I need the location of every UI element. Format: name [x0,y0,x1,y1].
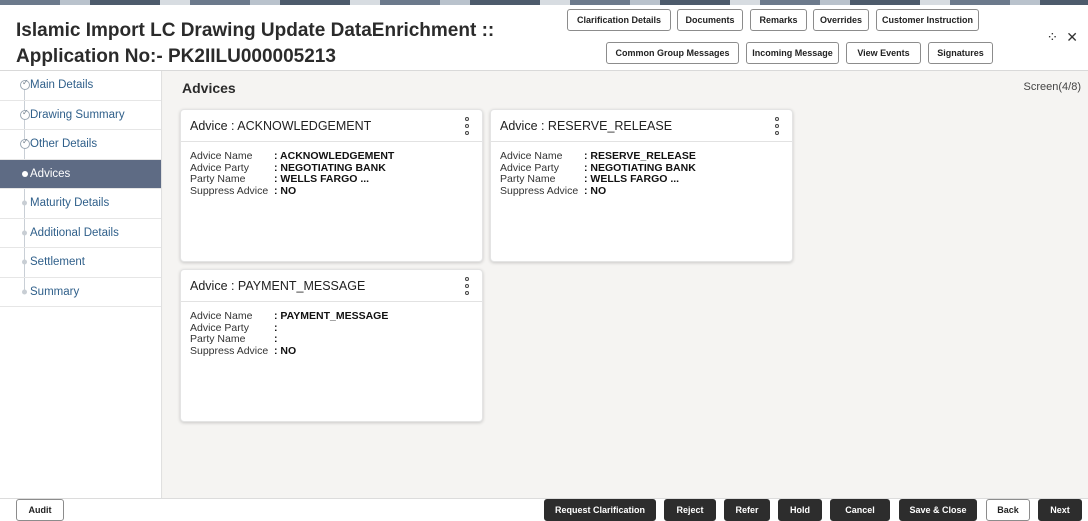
check-circle-icon [20,108,30,120]
advice-name-value: : ACKNOWLEDGEMENT [274,150,395,162]
sidebar-item-settlement[interactable]: Settlement [0,248,161,278]
step-dot-icon [22,230,27,236]
advice-card-header: Advice : ACKNOWLEDGEMENT [181,110,482,142]
party-name-value: : [274,333,278,345]
suppress-advice-label: Suppress Advice [190,184,269,197]
party-name-label: Party Name [190,173,246,185]
party-name-label: Party Name [190,333,246,345]
advice-card-title: Advice : PAYMENT_MESSAGE [190,278,366,293]
step-dot-icon [22,200,27,206]
sidebar-item-maturity-details[interactable]: Maturity Details [0,189,161,219]
suppress-advice-value: : NO [274,344,297,357]
step-dot-icon [22,259,27,265]
sidebar-item-main-details[interactable]: Main Details [0,71,161,101]
sidebar-item-label: Maturity Details [30,197,110,210]
next-button[interactable]: Next [1038,499,1082,521]
request-clarification-button[interactable]: Request Clarification [544,499,656,521]
sidebar-item-label: Settlement [30,256,85,269]
close-icon[interactable]: ✕ [1066,29,1078,46]
sidebar-item-other-details[interactable]: Other Details [0,130,161,160]
advice-name-label: Advice Name [500,150,563,162]
advice-card-title: Advice : ACKNOWLEDGEMENT [190,118,372,133]
incoming-message-button[interactable]: Incoming Message [746,42,839,64]
advice-card-body: Advice Name: ACKNOWLEDGEMENT Advice Part… [181,142,482,197]
restore-icon[interactable]: ⁘ [1047,29,1059,46]
sidebar-item-label: Advices [30,167,71,180]
suppress-advice-value: : NO [274,184,297,197]
sidebar-item-label: Drawing Summary [30,108,125,121]
more-options-icon[interactable] [774,117,780,135]
sidebar-item-label: Summary [30,285,80,298]
party-name-value: : WELLS FARGO ... [584,173,680,185]
advice-card-payment-message: Advice : PAYMENT_MESSAGE Advice Name : PA… [180,269,483,422]
page-title: Islamic Import LC Drawing Update DataEnr… [16,18,494,70]
title-line-1: Islamic Import LC Drawing Update DataEnr… [16,20,495,41]
advice-card-header: Advice : RESERVE_RELEASE [491,110,792,142]
clarification-details-button[interactable]: Clarification Details [567,9,671,31]
advice-card-acknowledgement: Advice : ACKNOWLEDGEMENT Advice Name : AC… [180,109,483,262]
refer-button[interactable]: Refer [724,499,770,521]
advice-card-title: Advice : RESERVE_RELEASE [500,118,673,133]
advice-card-body: Advice Name: PAYMENT_MESSAGE Advice Part… [181,302,482,357]
main-content: Advices Screen(4/8) Advice : ACKNOWLEDGE… [163,71,1088,498]
party-name-value: : WELLS FARGO ... [274,173,370,185]
signatures-button[interactable]: Signatures [928,42,993,64]
sidebar-nav: Main Details Drawing Summary Other Detai… [0,71,162,498]
window-header: Islamic Import LC Drawing Update DataEnr… [0,5,1088,71]
more-options-icon[interactable] [464,117,470,135]
action-footer: Audit Request Clarification Reject Refer… [0,498,1088,521]
sidebar-item-summary[interactable]: Summary [0,278,161,307]
customer-instruction-button[interactable]: Customer Instruction [876,9,979,31]
advice-name-value: : RESERVE_RELEASE [584,150,696,162]
check-circle-icon [20,137,30,150]
section-title: Advices [182,80,236,96]
advice-card-header: Advice : PAYMENT_MESSAGE [181,270,482,302]
suppress-advice-label: Suppress Advice [500,184,579,197]
view-events-button[interactable]: View Events [846,42,921,64]
hold-button[interactable]: Hold [778,499,822,521]
common-group-messages-button[interactable]: Common Group Messages [606,42,739,64]
sidebar-item-drawing-summary[interactable]: Drawing Summary [0,101,161,130]
screen-counter: Screen(4/8) [1023,81,1081,93]
advice-name-label: Advice Name [190,150,253,162]
advice-card-body: Advice Name: RESERVE_RELEASE Advice Part… [491,142,792,197]
window-controls: ⁘ ✕ [1047,29,1078,46]
sidebar-item-label: Main Details [30,79,94,92]
title-line-2: Application No:- PK2IILU000005213 [16,46,336,67]
current-step-dot-icon [22,170,28,177]
suppress-advice-value: : NO [584,184,607,197]
sidebar-item-additional-details[interactable]: Additional Details [0,219,161,248]
reject-button[interactable]: Reject [664,499,716,521]
documents-button[interactable]: Documents [677,9,743,31]
suppress-advice-label: Suppress Advice [190,344,269,357]
advice-name-label: Advice Name [190,310,253,322]
back-button[interactable]: Back [986,499,1030,521]
overrides-button[interactable]: Overrides [813,9,869,31]
advice-card-reserve-release: Advice : RESERVE_RELEASE Advice Name : RE… [490,109,793,262]
sidebar-item-label: Other Details [30,138,98,151]
sidebar-item-label: Additional Details [30,226,119,239]
more-options-icon[interactable] [464,277,470,295]
advice-name-value: : PAYMENT_MESSAGE [274,310,389,322]
remarks-button[interactable]: Remarks [750,9,807,31]
step-dot-icon [22,289,27,295]
cancel-button[interactable]: Cancel [830,499,890,521]
save-close-button[interactable]: Save & Close [899,499,977,521]
audit-button[interactable]: Audit [16,499,64,521]
check-circle-icon [20,78,30,91]
party-name-label: Party Name [500,173,556,185]
sidebar-item-advices[interactable]: Advices [0,159,161,189]
